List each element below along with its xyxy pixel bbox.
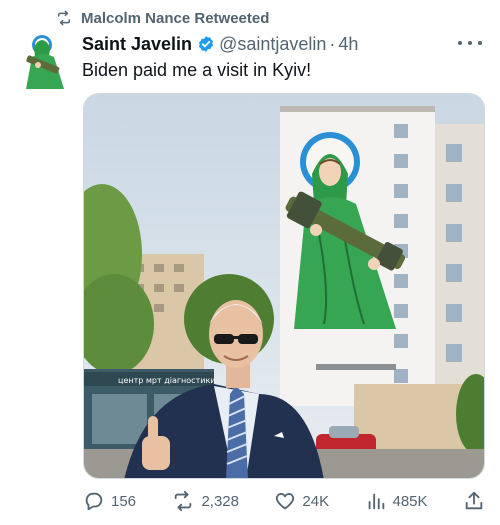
- views-count: 485K: [392, 492, 428, 510]
- retweet-banner[interactable]: Malcolm Nance Retweeted: [55, 8, 269, 28]
- display-name[interactable]: Saint Javelin: [82, 34, 192, 55]
- reply-button[interactable]: 156: [83, 490, 136, 512]
- views-button[interactable]: 485K: [365, 490, 428, 512]
- tweet-text: Biden paid me a visit in Kyiv!: [82, 60, 312, 80]
- views-icon: [365, 490, 387, 512]
- tweet-media[interactable]: центр мрт діагностики: [83, 93, 485, 479]
- retweet-button[interactable]: 2,328: [171, 490, 239, 512]
- retweet-banner-text[interactable]: Malcolm Nance Retweeted: [81, 10, 269, 27]
- storefront-sign: центр мрт діагностики: [118, 376, 215, 385]
- like-count: 24K: [302, 492, 330, 510]
- handle[interactable]: @saintjavelin: [219, 34, 326, 55]
- more-options-icon[interactable]: [458, 36, 482, 50]
- reply-icon: [83, 490, 105, 512]
- reply-count: 156: [111, 492, 137, 510]
- retweet-icon: [55, 9, 75, 27]
- tweet-actions: 156 2,328 24K 485K: [83, 488, 485, 514]
- retweet-count: 2,328: [201, 492, 239, 510]
- heart-icon: [274, 490, 296, 512]
- header-separator: ·: [329, 33, 336, 54]
- tweet-header: Saint Javelin @saintjavelin · 4h: [82, 31, 480, 57]
- avatar[interactable]: [22, 33, 68, 91]
- timestamp[interactable]: 4h: [338, 34, 358, 55]
- retweet-icon: [171, 490, 195, 512]
- like-button[interactable]: 24K: [274, 490, 329, 512]
- verified-badge-icon: [197, 35, 215, 53]
- share-button[interactable]: [463, 490, 485, 512]
- share-icon: [463, 490, 485, 512]
